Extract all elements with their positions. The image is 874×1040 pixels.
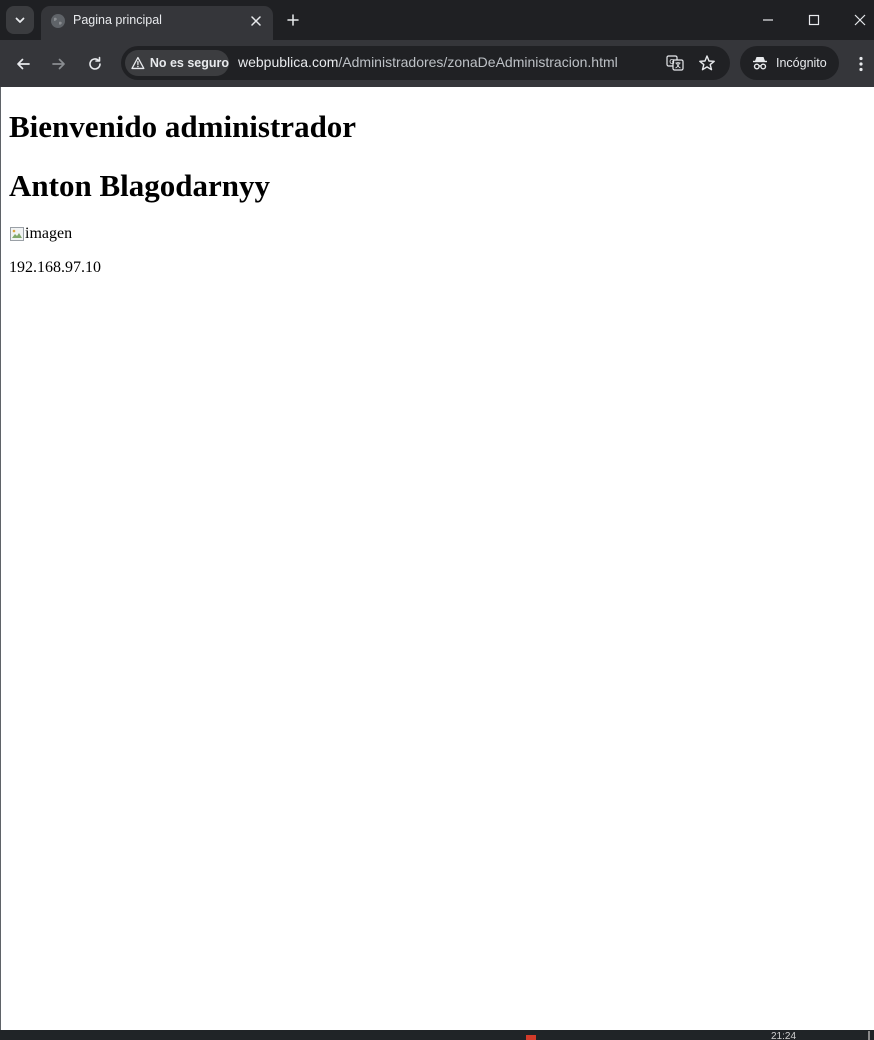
reload-button[interactable] xyxy=(81,50,109,78)
window-close-button[interactable] xyxy=(837,0,874,40)
broken-image-icon xyxy=(10,227,24,241)
maximize-button[interactable] xyxy=(791,0,837,40)
warning-triangle-icon xyxy=(131,56,145,70)
maximize-icon xyxy=(808,14,820,26)
svg-text:G: G xyxy=(669,58,674,66)
star-icon xyxy=(699,55,715,71)
close-icon xyxy=(854,14,866,26)
close-icon xyxy=(251,16,261,26)
translate-icon: G xyxy=(666,55,684,71)
arrow-right-icon xyxy=(52,58,65,70)
site-security-chip[interactable]: No es seguro xyxy=(125,50,229,76)
browser-titlebar: Pagina principal xyxy=(0,0,874,40)
show-desktop-button[interactable] xyxy=(868,1031,870,1040)
page-viewport: Bienvenido administrador Anton Blagodarn… xyxy=(0,87,874,1030)
more-vertical-icon xyxy=(859,56,863,72)
tab-close-button[interactable] xyxy=(247,12,265,30)
image-alt-text: imagen xyxy=(25,225,73,242)
forward-button[interactable] xyxy=(45,50,73,78)
new-tab-button[interactable] xyxy=(282,9,304,31)
incognito-profile-button[interactable]: Incógnito xyxy=(740,46,839,80)
plus-icon xyxy=(287,14,299,26)
tab-active[interactable]: Pagina principal xyxy=(41,6,273,40)
tab-title: Pagina principal xyxy=(73,13,162,27)
ip-address-text: 192.168.97.10 xyxy=(9,259,101,276)
taskbar-clock[interactable]: 21:24 xyxy=(771,1032,796,1040)
url-path: /Administradores/zonaDeAdministracion.ht… xyxy=(338,54,618,70)
chevron-down-icon xyxy=(15,17,25,23)
tab-search-button[interactable] xyxy=(6,6,34,34)
minimize-button[interactable] xyxy=(745,0,791,40)
bookmark-button[interactable] xyxy=(697,53,717,73)
reload-icon xyxy=(89,56,101,70)
arrow-left-icon xyxy=(17,58,30,70)
minimize-icon xyxy=(763,19,773,21)
security-label: No es seguro xyxy=(149,56,229,70)
globe-icon xyxy=(51,14,65,28)
address-bar[interactable]: No es seguro webpublica.com/Administrado… xyxy=(121,46,730,80)
url-host: webpublica.com xyxy=(238,54,339,70)
translate-button[interactable]: G xyxy=(665,53,685,73)
incognito-icon xyxy=(753,57,767,70)
back-button[interactable] xyxy=(9,50,37,78)
incognito-label: Incógnito xyxy=(776,56,827,70)
browser-toolbar: No es seguro webpublica.com/Administrado… xyxy=(0,40,874,87)
tray-app-icon[interactable] xyxy=(526,1035,536,1040)
url-text[interactable]: webpublica.com/Administradores/zonaDeAdm… xyxy=(238,54,618,70)
os-taskbar: 21:24 xyxy=(0,1030,874,1040)
browser-menu-button[interactable] xyxy=(850,50,872,78)
admin-name-heading: Anton Blagodarnyy xyxy=(9,168,270,203)
broken-image: imagen xyxy=(9,225,72,243)
welcome-heading: Bienvenido administrador xyxy=(9,109,357,144)
